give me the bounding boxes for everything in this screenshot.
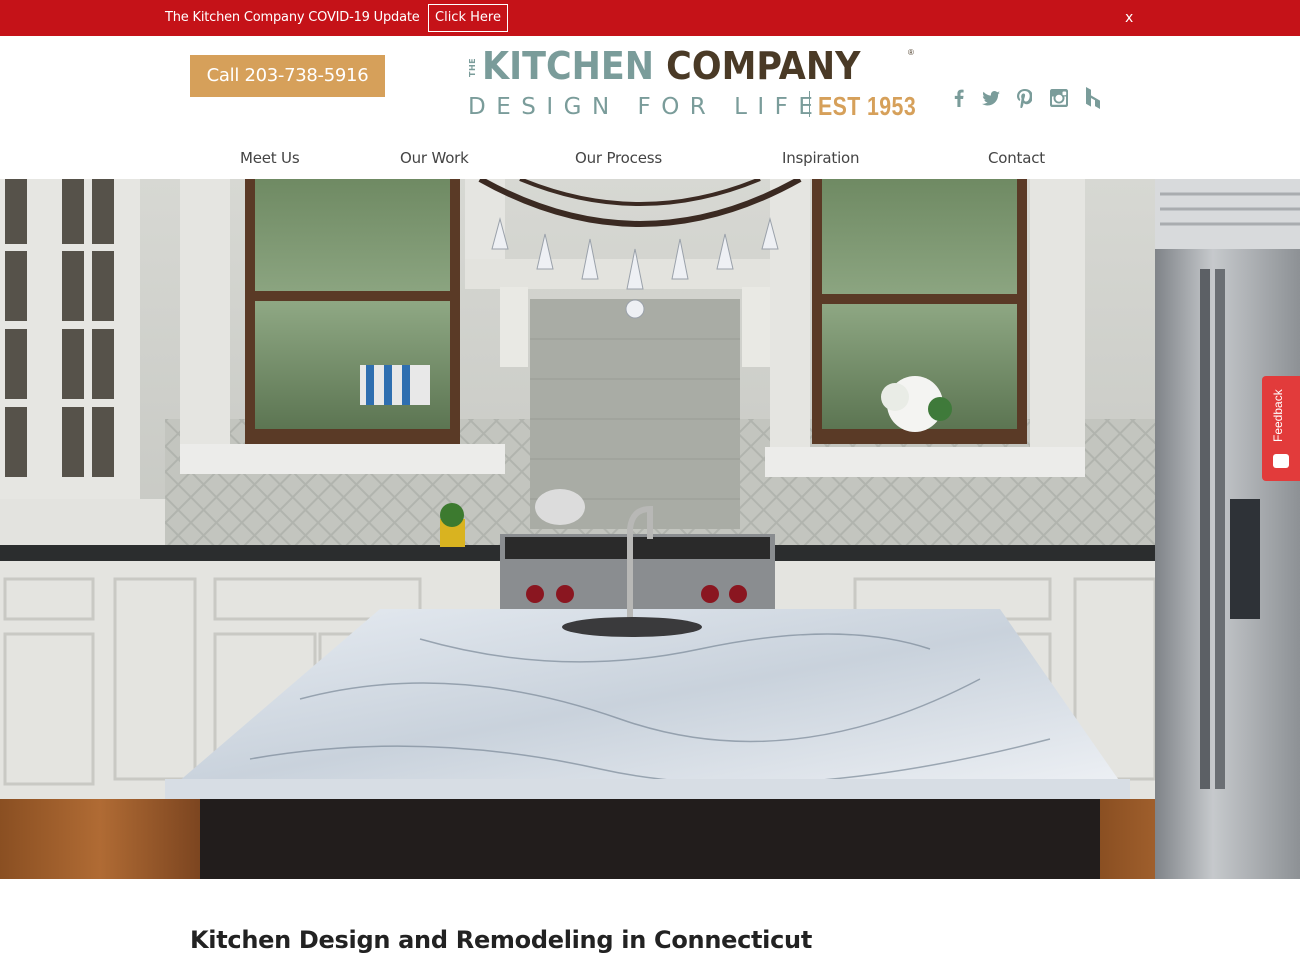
- feedback-tab[interactable]: Feedback: [1262, 376, 1300, 481]
- pinterest-icon[interactable]: [1013, 86, 1035, 110]
- alert-text: The Kitchen Company COVID-19 Update: [165, 10, 420, 25]
- page-heading: Kitchen Design and Remodeling in Connect…: [190, 926, 812, 954]
- instagram-icon[interactable]: [1048, 86, 1070, 110]
- logo-tagline: DESIGN FOR LIFE: [468, 94, 824, 120]
- nav-our-process[interactable]: Our Process: [575, 149, 662, 167]
- twitter-icon[interactable]: [980, 86, 1002, 110]
- logo-word-kitchen: KITCHEN: [482, 44, 655, 88]
- kitchen-illustration: [0, 179, 1300, 879]
- nav-meet-us[interactable]: Meet Us: [240, 149, 300, 167]
- call-button[interactable]: Call 203-738-5916: [190, 55, 385, 97]
- hero-kitchen-image: [0, 179, 1300, 879]
- covid-alert-bar: The Kitchen Company COVID-19 Update Clic…: [0, 0, 1300, 36]
- nav-our-work[interactable]: Our Work: [400, 149, 469, 167]
- logo-word-company: COMPANY: [666, 44, 861, 88]
- site-logo[interactable]: THE KITCHEN COMPANY ® DESIGN FOR LIFE ES…: [468, 44, 918, 124]
- logo-registered-mark: ®: [908, 48, 914, 57]
- feedback-label: Feedback: [1271, 389, 1285, 442]
- logo-separator: [809, 91, 810, 117]
- feedback-icon: [1273, 454, 1289, 468]
- facebook-icon[interactable]: [948, 86, 970, 110]
- logo-wordmark: KITCHEN COMPANY: [482, 44, 860, 88]
- nav-inspiration[interactable]: Inspiration: [782, 149, 860, 167]
- alert-close-button[interactable]: x: [1125, 10, 1133, 26]
- logo-established: EST 1953: [818, 91, 917, 121]
- houzz-icon[interactable]: [1082, 86, 1104, 110]
- nav-contact[interactable]: Contact: [988, 149, 1045, 167]
- alert-click-here-button[interactable]: Click Here: [428, 4, 508, 32]
- logo-the: THE: [468, 57, 477, 77]
